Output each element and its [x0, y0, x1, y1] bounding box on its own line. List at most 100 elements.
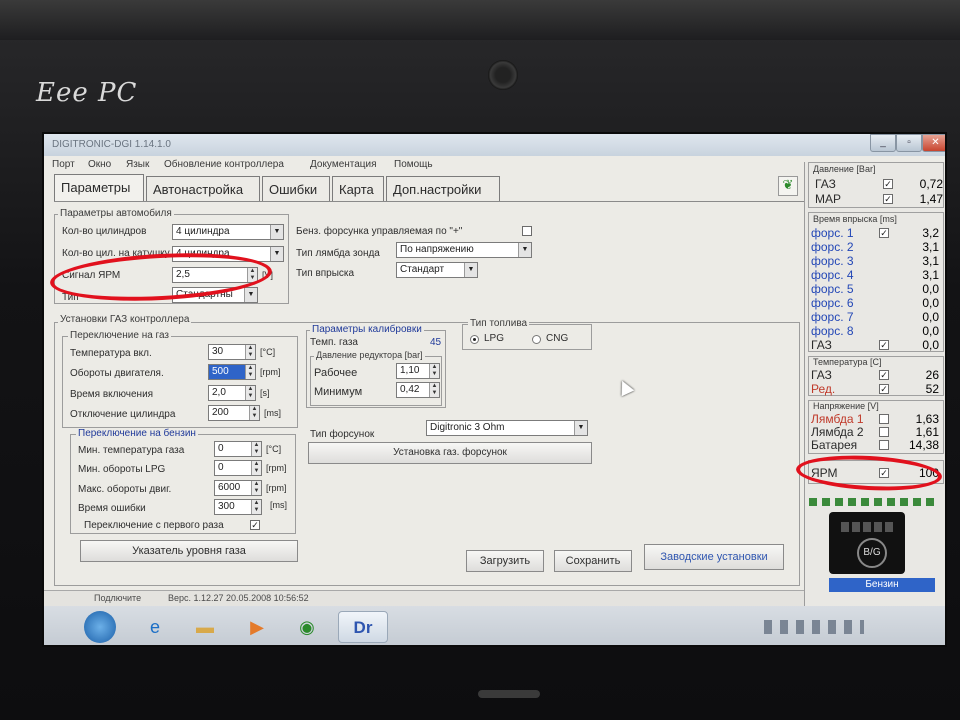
- cyl-select[interactable]: 4 цилиндра ▼: [172, 224, 284, 240]
- to-gas-temp-input[interactable]: 30 ▲ ▼: [208, 344, 256, 360]
- to-gas-temp-unit: [°C]: [260, 347, 276, 357]
- brand-logo: Eee PC: [36, 78, 138, 108]
- switch-panel[interactable]: B/G: [829, 512, 905, 574]
- work-pressure-input[interactable]: 1,10 ▲ ▼: [396, 363, 440, 379]
- to-gas-time-label: Время включения: [70, 389, 154, 400]
- injector-type-select[interactable]: Digitronic 3 Ohm ▼: [426, 420, 588, 436]
- maximize-button[interactable]: ▫: [896, 134, 922, 152]
- load-button[interactable]: Загрузить: [466, 550, 544, 572]
- temperature-title: Температура [C]: [813, 357, 882, 367]
- min-pressure-label: Минимум: [314, 386, 363, 398]
- lpg-label: LPG: [484, 333, 505, 344]
- injector-gas-row: ГАЗ ✓ 0,0: [811, 338, 939, 352]
- gas-setup-legend: Установки ГАЗ контроллера: [58, 314, 192, 325]
- close-button[interactable]: ✕: [922, 134, 945, 152]
- injector-1-row: форс. 1 ✓ 3,2: [811, 226, 939, 240]
- injection-select[interactable]: Стандарт ▼: [396, 262, 478, 278]
- menu-window[interactable]: Окно: [88, 159, 111, 170]
- chrome-icon[interactable]: ◉: [290, 611, 324, 643]
- menu-language[interactable]: Язык: [126, 159, 149, 170]
- lambda-label: Тип лямбда зонда: [296, 248, 380, 259]
- injector-8-row: форс. 8 0,0: [811, 324, 939, 338]
- injector-2-row: форс. 2 3,1: [811, 240, 939, 254]
- media-player-icon[interactable]: ▶: [240, 611, 274, 643]
- window-title: DIGITRONIC-DGI 1.14.1.0: [52, 139, 171, 150]
- laptop-lid: [0, 0, 960, 40]
- cng-radio[interactable]: [532, 335, 541, 344]
- menu-port[interactable]: Порт: [52, 159, 75, 170]
- injection-label: Тип впрыска: [296, 268, 355, 279]
- fuel-state-badge: Бензин: [829, 578, 935, 592]
- injector-type-label: Тип форсунок: [310, 429, 375, 440]
- to-petrol-maxrpm-label: Макс. обороты двиг.: [78, 484, 172, 495]
- to-gas-cyl-unit: [ms]: [264, 408, 281, 418]
- save-button[interactable]: Сохранить: [554, 550, 632, 572]
- gas-temp-value: 45: [430, 337, 442, 348]
- gas-level-leds: [809, 498, 939, 506]
- to-petrol-temp-label: Мин. температура газа: [78, 445, 185, 456]
- min-pressure-input[interactable]: 0,42 ▲ ▼: [396, 382, 440, 398]
- to-gas-time-input[interactable]: 2,0 ▲ ▼: [208, 385, 256, 401]
- tab-errors[interactable]: Ошибки: [262, 176, 330, 201]
- to-petrol-maxrpm-input[interactable]: 6000 ▲ ▼: [214, 480, 262, 496]
- to-gas-cyl-label: Отключение цилиндра: [70, 409, 176, 420]
- gas-level-button[interactable]: Указатель уровня газа: [80, 540, 298, 562]
- to-gas-rpm-label: Обороты двигателя.: [70, 368, 164, 379]
- lambda-select[interactable]: По напряжению ▼: [396, 242, 532, 258]
- start-button-icon[interactable]: [84, 611, 116, 643]
- minimize-button[interactable]: _: [870, 134, 896, 152]
- pressure-title: Давление [Bar]: [813, 164, 876, 174]
- menu-docs[interactable]: Документация: [310, 159, 377, 170]
- to-gas-time-unit: [s]: [260, 388, 270, 398]
- monitor-panel: Давление [Bar] ГАЗ ✓ 0,72 MAP ✓ 1,47 Время в…: [804, 162, 945, 645]
- connection-status: Подлючите: [94, 593, 142, 603]
- tab-autotune[interactable]: Автонастройка: [146, 176, 260, 201]
- cyl-label: Кол-во цилиндров: [62, 226, 147, 237]
- petrol-injector-checkbox[interactable]: [522, 226, 532, 236]
- tab-parameters[interactable]: Параметры: [54, 174, 144, 202]
- to-petrol-temp-input[interactable]: 0 ▲ ▼: [214, 441, 262, 457]
- pressure-map-row: MAP ✓ 1,47: [815, 192, 943, 206]
- menu-help[interactable]: Помощь: [394, 159, 433, 170]
- cng-label: CNG: [546, 333, 569, 344]
- injection-title: Время впрыска [ms]: [813, 214, 897, 224]
- first-start-label: Переключение с первого раза: [84, 520, 224, 531]
- tab-map[interactable]: Карта: [332, 176, 384, 201]
- work-pressure-label: Рабочее: [314, 367, 358, 379]
- to-petrol-error-label: Время ошибки: [78, 503, 146, 514]
- menu-bar: Порт Окно Язык Обновление контроллера До…: [44, 156, 804, 174]
- to-petrol-error-unit: [ms]: [270, 500, 287, 510]
- folder-icon[interactable]: ▬: [188, 611, 222, 643]
- leaf-icon[interactable]: ❦: [778, 176, 798, 196]
- lambda-2-row: Лямбда 2 1,61: [811, 425, 939, 439]
- first-start-checkbox[interactable]: ✓: [250, 520, 260, 530]
- menu-update[interactable]: Обновление контроллера: [164, 159, 284, 170]
- injector-6-row: форс. 6 0,0: [811, 296, 939, 310]
- to-petrol-error-input[interactable]: 300 ▲ ▼: [214, 499, 262, 515]
- to-petrol-temp-unit: [°C]: [266, 444, 282, 454]
- switch-bar-icon: [841, 522, 893, 532]
- to-gas-legend: Переключение на газ: [68, 330, 172, 341]
- injector-7-row: форс. 7 0,0: [811, 310, 939, 324]
- tab-extra-settings[interactable]: Доп.настройки: [386, 176, 500, 201]
- tab-divider: [54, 201, 804, 202]
- install-injectors-button[interactable]: Установка газ. форсунок: [308, 442, 592, 464]
- to-gas-cyl-input[interactable]: 200 ▲ ▼: [208, 405, 260, 421]
- to-gas-rpm-input[interactable]: 500 ▲ ▼: [208, 364, 256, 380]
- temp-gas-row: ГАЗ ✓ 26: [811, 368, 939, 382]
- to-gas-temp-label: Температура вкл.: [70, 348, 152, 359]
- ie-icon[interactable]: e: [138, 611, 172, 643]
- digitronic-taskbar-button[interactable]: Dr: [338, 611, 388, 643]
- to-petrol-legend: Переключение на бензин: [76, 428, 198, 439]
- lpg-radio[interactable]: [470, 335, 479, 344]
- car-params-legend: Параметры автомобиля: [58, 208, 174, 219]
- injector-4-row: форс. 4 3,1: [811, 268, 939, 282]
- to-petrol-rpm-label: Мин. обороты LPG: [78, 464, 166, 475]
- taskbar: e ▬ ▶ ◉ Dr: [44, 606, 945, 645]
- pressure-gas-row: ГАЗ ✓ 0,72: [815, 177, 943, 191]
- to-petrol-rpm-input[interactable]: 0 ▲ ▼: [214, 460, 262, 476]
- screen: DIGITRONIC-DGI 1.14.1.0 _ ▫ ✕ Порт Окно …: [42, 132, 947, 647]
- tray-icons[interactable]: [764, 620, 864, 634]
- temp-reducer-row: Ред. ✓ 52: [811, 382, 939, 396]
- factory-settings-button[interactable]: Заводские установки: [644, 544, 784, 570]
